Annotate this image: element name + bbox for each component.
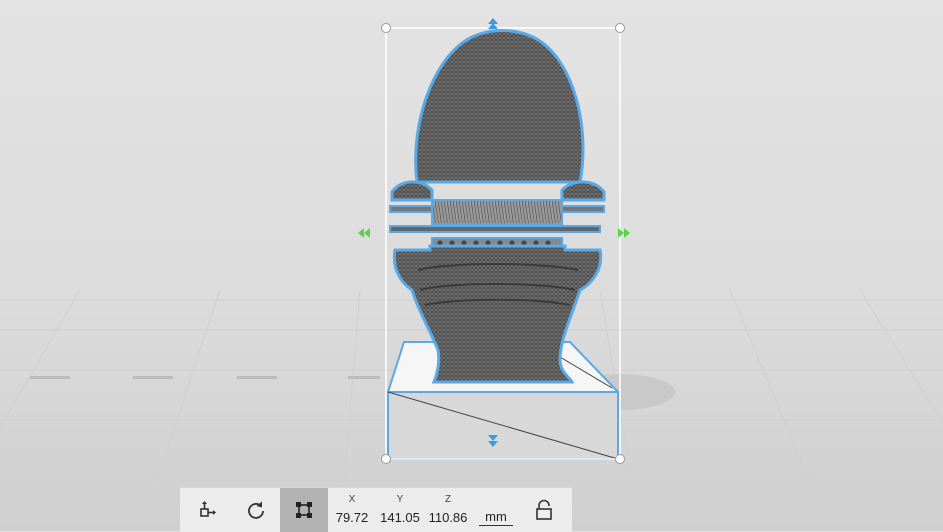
corner-handle-tl	[381, 23, 391, 33]
viewport-3d[interactable]	[0, 0, 943, 531]
scale-handle-left-icon[interactable]	[358, 228, 370, 238]
corner-handle-tr	[615, 23, 625, 33]
z-dimension[interactable]: Z 110.86	[425, 488, 471, 532]
corner-handle-bl	[381, 454, 391, 464]
scale-icon	[296, 502, 312, 518]
move-tool-button[interactable]	[184, 488, 232, 532]
z-label: Z	[444, 494, 452, 505]
scale-tool-button[interactable]	[280, 488, 328, 532]
rotate-tool-button[interactable]	[232, 488, 280, 532]
lock-proportions-button[interactable]	[520, 488, 568, 532]
x-dimension[interactable]: X 79.72	[330, 488, 374, 532]
model-mesh[interactable]	[389, 29, 606, 384]
move-icon	[200, 501, 216, 517]
scale-handle-right-icon[interactable]	[618, 228, 630, 238]
y-label: Y	[396, 494, 404, 505]
plate-labels	[30, 376, 380, 379]
unit-selector[interactable]: mm	[479, 509, 513, 526]
x-value[interactable]: 79.72	[330, 510, 374, 525]
lock-icon	[536, 499, 552, 520]
corner-handle-br	[615, 454, 625, 464]
x-label: X	[348, 494, 356, 505]
rotate-icon	[248, 501, 264, 519]
y-dimension[interactable]: Y 141.05	[377, 488, 423, 532]
scale-handle-top-icon[interactable]	[488, 18, 498, 29]
y-value[interactable]: 141.05	[377, 510, 423, 525]
transform-toolbar: X 79.72 Y 141.05 Z 110.86 mm	[180, 487, 572, 532]
z-value[interactable]: 110.86	[425, 510, 471, 525]
